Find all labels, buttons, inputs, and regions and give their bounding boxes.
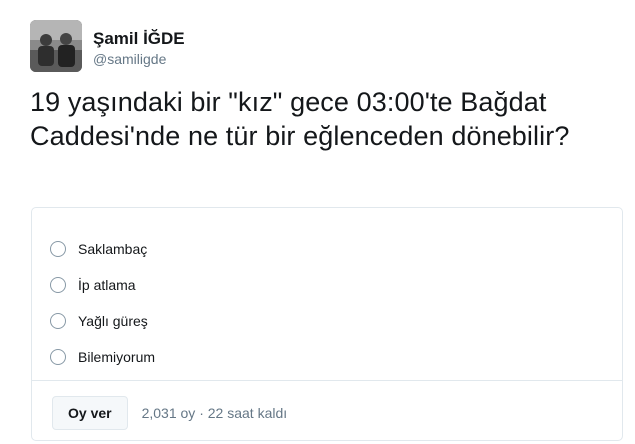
poll-option-3[interactable]: Yağlı güreş (50, 303, 155, 339)
vote-count: 2,031 oy (141, 405, 196, 421)
meta-separator: · (199, 405, 204, 421)
poll-option-4[interactable]: Bilemiyorum (50, 339, 155, 375)
vote-button[interactable]: Oy ver (52, 396, 128, 430)
user-info: Şamil İĞDE @samiligde (93, 29, 185, 68)
poll-option-2[interactable]: İp atlama (50, 267, 155, 303)
radio-button[interactable] (50, 241, 66, 257)
poll-options: Saklambaç İp atlama Yağlı güreş Bilemiyo… (50, 231, 155, 375)
time-remaining: 22 saat kaldı (207, 405, 288, 421)
tweet-text: 19 yaşındaki bir "kız" gece 03:00'te Bağ… (30, 87, 570, 151)
poll-option-label: Saklambaç (78, 241, 148, 257)
poll-footer: Oy ver 2,031 oy · 22 saat kaldı (52, 396, 287, 430)
poll-card: Saklambaç İp atlama Yağlı güreş Bilemiyo… (31, 207, 623, 441)
poll-option-label: Bilemiyorum (78, 349, 156, 365)
poll-divider (32, 380, 622, 381)
radio-button[interactable] (50, 349, 66, 365)
author-handle[interactable]: @samiligde (93, 50, 185, 68)
poll-meta: 2,031 oy · 22 saat kaldı (142, 405, 288, 421)
poll-option-label: İp atlama (78, 277, 136, 293)
avatar[interactable] (30, 20, 82, 72)
poll-option-1[interactable]: Saklambaç (50, 231, 155, 267)
radio-button[interactable] (50, 313, 66, 329)
radio-button[interactable] (50, 277, 66, 293)
author-name[interactable]: Şamil İĞDE (93, 29, 185, 49)
tweet-header: Şamil İĞDE @samiligde (30, 20, 185, 72)
poll-option-label: Yağlı güreş (78, 313, 148, 329)
